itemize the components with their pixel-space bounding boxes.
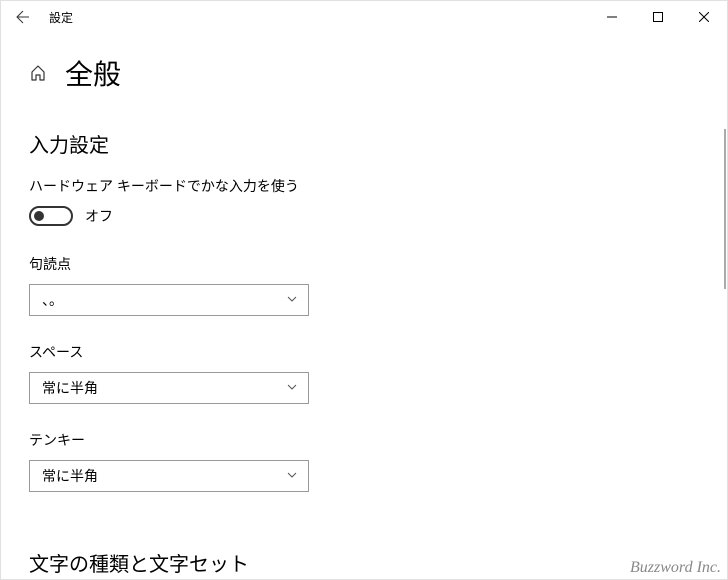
section-heading-input: 入力設定 bbox=[29, 129, 699, 158]
tenkey-dropdown[interactable]: 常に半角 bbox=[29, 460, 309, 492]
punctuation-value: 、。 bbox=[42, 290, 63, 310]
punctuation-dropdown[interactable]: 、。 bbox=[29, 284, 309, 316]
page-header: 全般 bbox=[29, 53, 699, 93]
window-controls bbox=[589, 1, 727, 33]
titlebar: 設定 bbox=[1, 1, 727, 33]
watermark: Buzzword Inc. bbox=[630, 559, 721, 577]
home-button[interactable] bbox=[29, 64, 47, 82]
home-icon bbox=[29, 64, 47, 82]
chevron-down-icon bbox=[286, 380, 298, 396]
chevron-down-icon bbox=[286, 292, 298, 308]
maximize-button[interactable] bbox=[635, 1, 681, 33]
close-icon bbox=[699, 12, 709, 22]
setting-space: スペース 常に半角 bbox=[29, 342, 699, 404]
section-heading-charset: 文字の種類と文字セット bbox=[29, 548, 699, 577]
space-value: 常に半角 bbox=[42, 378, 98, 398]
minimize-button[interactable] bbox=[589, 1, 635, 33]
back-button[interactable] bbox=[13, 7, 33, 27]
maximize-icon bbox=[653, 12, 663, 22]
close-button[interactable] bbox=[681, 1, 727, 33]
space-dropdown[interactable]: 常に半角 bbox=[29, 372, 309, 404]
space-label: スペース bbox=[29, 342, 699, 362]
kana-input-state: オフ bbox=[85, 206, 113, 226]
setting-kana-input: ハードウェア キーボードでかな入力を使う オフ bbox=[29, 176, 699, 226]
kana-input-label: ハードウェア キーボードでかな入力を使う bbox=[29, 176, 699, 196]
setting-punctuation: 句読点 、。 bbox=[29, 254, 699, 316]
kana-input-toggle[interactable] bbox=[29, 206, 73, 226]
tenkey-label: テンキー bbox=[29, 430, 699, 450]
setting-tenkey: テンキー 常に半角 bbox=[29, 430, 699, 492]
tenkey-value: 常に半角 bbox=[42, 466, 98, 486]
back-arrow-icon bbox=[15, 9, 31, 25]
titlebar-left: 設定 bbox=[1, 7, 73, 27]
scrollbar[interactable] bbox=[724, 129, 726, 289]
chevron-down-icon bbox=[286, 468, 298, 484]
kana-input-toggle-row: オフ bbox=[29, 206, 699, 226]
page-title: 全般 bbox=[65, 53, 121, 93]
punctuation-label: 句読点 bbox=[29, 254, 699, 274]
content-area: 全般 入力設定 ハードウェア キーボードでかな入力を使う オフ 句読点 、。 ス… bbox=[1, 33, 727, 579]
window-title: 設定 bbox=[49, 9, 73, 26]
minimize-icon bbox=[607, 12, 617, 22]
